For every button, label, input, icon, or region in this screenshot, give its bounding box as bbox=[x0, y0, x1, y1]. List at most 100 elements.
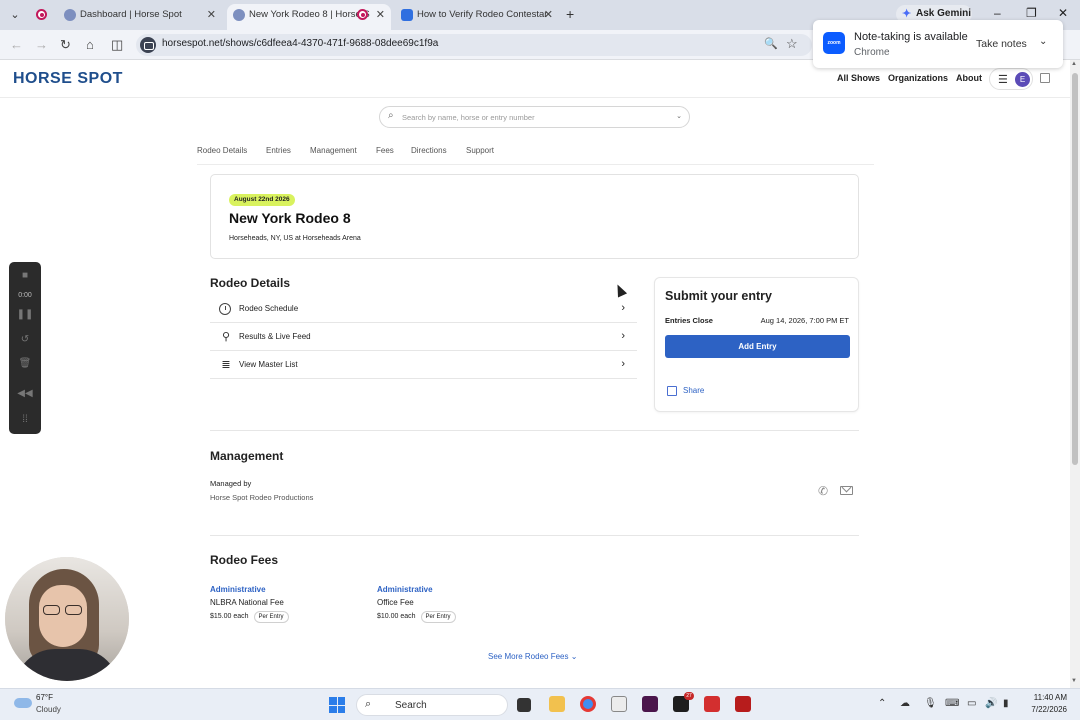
search-placeholder: Search by name, horse or entry number bbox=[402, 113, 535, 122]
delete-icon[interactable]: 🗑 bbox=[9, 358, 41, 369]
scrollbar-thumb[interactable] bbox=[1072, 73, 1078, 465]
header-divider bbox=[0, 97, 1070, 98]
bookmark-star-icon[interactable]: ☆ bbox=[786, 36, 798, 52]
url-text[interactable]: horsespot.net/shows/c6dfeea4-4370-471f-9… bbox=[162, 38, 438, 49]
cloud-icon[interactable] bbox=[14, 698, 32, 708]
tab-dashboard[interactable]: Dashboard | Horse Spot ✕ bbox=[58, 4, 222, 30]
event-title: New York Rodeo 8 bbox=[229, 210, 351, 226]
maximize-icon[interactable]: ❐ bbox=[1026, 6, 1037, 20]
back-icon[interactable]: ← bbox=[10, 37, 23, 52]
scroll-up-arrow-icon[interactable]: ▲ bbox=[1071, 61, 1077, 67]
event-card: August 22nd 2026 New York Rodeo 8 Horseh… bbox=[210, 174, 859, 259]
subnav-entries[interactable]: Entries bbox=[266, 146, 291, 155]
keyboard-icon[interactable]: ⌨ bbox=[945, 698, 959, 709]
stop-icon[interactable]: ■ bbox=[9, 270, 41, 281]
task-view-icon[interactable] bbox=[517, 698, 531, 712]
restart-icon[interactable]: ↺ bbox=[9, 334, 41, 345]
tab-verify-contestants[interactable]: How to Verify Rodeo Contestar ✕ bbox=[395, 4, 559, 30]
side-panel-icon[interactable]: ◫ bbox=[111, 37, 123, 53]
battery-icon[interactable]: ▮ bbox=[1003, 698, 1009, 709]
windows-start-icon[interactable] bbox=[329, 697, 345, 713]
subnav-rodeo-details[interactable]: Rodeo Details bbox=[197, 146, 247, 155]
entries-close-value: Aug 14, 2026, 7:00 PM ET bbox=[760, 316, 849, 325]
weather-desc[interactable]: Cloudy bbox=[36, 705, 61, 714]
subnav-fees[interactable]: Fees bbox=[376, 146, 394, 155]
recording-indicator-icon bbox=[36, 9, 47, 20]
share-icon[interactable] bbox=[667, 386, 677, 396]
close-tab-icon[interactable]: ✕ bbox=[544, 4, 553, 26]
clock-date[interactable]: 7/22/2026 bbox=[1019, 705, 1067, 714]
chevron-down-icon[interactable]: ⌄ bbox=[1039, 36, 1047, 47]
app-icon[interactable] bbox=[735, 696, 751, 712]
view-master-list-row[interactable]: ≣ View Master List › bbox=[210, 351, 637, 379]
home-icon[interactable]: ⌂ bbox=[86, 37, 94, 52]
popup-subtitle: Chrome bbox=[854, 47, 890, 58]
cart-icon[interactable] bbox=[1040, 73, 1050, 83]
taskbar-search-label: Search bbox=[395, 700, 427, 711]
scroll-down-arrow-icon[interactable]: ▼ bbox=[1071, 678, 1077, 684]
clock-icon bbox=[219, 303, 231, 315]
submit-title: Submit your entry bbox=[665, 289, 772, 303]
rodeo-fees-heading: Rodeo Fees bbox=[210, 553, 279, 567]
fee-name: Office Fee bbox=[377, 598, 414, 607]
onedrive-icon[interactable]: ☁ bbox=[900, 698, 910, 709]
close-tab-icon[interactable]: ✕ bbox=[207, 4, 216, 26]
snipping-tool-icon[interactable] bbox=[611, 696, 627, 712]
search-icon: ⌕ bbox=[365, 698, 372, 710]
search-input[interactable]: ⌕ Search by name, horse or entry number … bbox=[379, 106, 690, 128]
phone-icon[interactable]: ✆ bbox=[818, 484, 828, 498]
zoom-logo-icon: zoom bbox=[823, 32, 845, 54]
clock-time[interactable]: 11:40 AM bbox=[1027, 693, 1067, 702]
microphone-icon[interactable]: 🎙 bbox=[924, 698, 937, 709]
drag-handle-icon[interactable]: ⁞⁞ bbox=[9, 414, 41, 425]
chrome-icon[interactable] bbox=[580, 696, 596, 712]
webcam-glasses bbox=[43, 605, 60, 615]
minimize-icon[interactable]: – bbox=[994, 6, 1001, 20]
award-icon: ⚲ bbox=[221, 331, 231, 343]
row-label: View Master List bbox=[239, 360, 298, 369]
pause-icon[interactable]: ❚❚ bbox=[9, 309, 41, 320]
close-window-icon[interactable]: ✕ bbox=[1058, 6, 1068, 20]
fee-name: NLBRA National Fee bbox=[210, 598, 284, 607]
share-link[interactable]: Share bbox=[683, 386, 704, 395]
tab-search-chevron-icon[interactable]: ⌄ bbox=[6, 6, 24, 24]
nav-about[interactable]: About bbox=[956, 73, 982, 83]
subnav-management[interactable]: Management bbox=[310, 146, 357, 155]
site-logo[interactable]: HORSE SPOT bbox=[13, 70, 123, 88]
notification-badge: 27 bbox=[684, 692, 694, 700]
results-live-feed-row[interactable]: ⚲ Results & Live Feed › bbox=[210, 323, 637, 351]
file-explorer-icon[interactable] bbox=[549, 696, 565, 712]
user-menu-button[interactable]: ☰ E bbox=[989, 68, 1033, 90]
windows-taskbar: 67°F Cloudy ⌕ Search 27 ⌃ ☁ 🎙 ⌨ ▭ 🔊 ▮ 11… bbox=[0, 688, 1080, 720]
tab-title: How to Verify Rodeo Contestar bbox=[417, 9, 548, 20]
mail-icon[interactable] bbox=[840, 486, 853, 495]
rewind-icon[interactable]: ◀◀ bbox=[9, 388, 41, 399]
display-icon[interactable]: ▭ bbox=[967, 698, 976, 709]
omnibox[interactable]: horsespot.net/shows/c6dfeea4-4370-471f-9… bbox=[136, 34, 812, 56]
reload-icon[interactable]: ↻ bbox=[60, 37, 71, 53]
taskbar-search[interactable]: ⌕ Search bbox=[356, 694, 508, 716]
fee-price: $10.00 each bbox=[377, 613, 416, 620]
acrobat-icon[interactable] bbox=[704, 696, 720, 712]
add-entry-button[interactable]: Add Entry bbox=[665, 335, 850, 358]
subnav-support[interactable]: Support bbox=[466, 146, 494, 155]
new-tab-icon[interactable]: + bbox=[566, 6, 574, 22]
weather-temp[interactable]: 67°F bbox=[36, 693, 53, 702]
forward-icon[interactable]: → bbox=[35, 37, 48, 52]
event-location: Horseheads, NY, US at Horseheads Arena bbox=[229, 235, 361, 242]
volume-icon[interactable]: 🔊 bbox=[985, 698, 997, 709]
slack-icon[interactable] bbox=[642, 696, 658, 712]
webcam-bubble[interactable] bbox=[5, 557, 129, 681]
subnav-directions[interactable]: Directions bbox=[411, 146, 447, 155]
chevron-down-icon[interactable]: ⌄ bbox=[676, 112, 682, 120]
see-more-fees-link[interactable]: See More Rodeo Fees ⌄ bbox=[488, 652, 577, 661]
close-tab-icon[interactable]: ✕ bbox=[376, 4, 385, 26]
site-info-icon[interactable] bbox=[140, 37, 156, 53]
zoom-magnifier-icon[interactable]: 🔍 bbox=[764, 37, 778, 50]
tray-chevron-up-icon[interactable]: ⌃ bbox=[878, 698, 886, 709]
nav-organizations[interactable]: Organizations bbox=[888, 73, 948, 83]
rodeo-schedule-row[interactable]: Rodeo Schedule › bbox=[210, 295, 637, 323]
recording-time: 0:00 bbox=[18, 292, 32, 299]
take-notes-button[interactable]: Take notes bbox=[976, 38, 1027, 50]
nav-all-shows[interactable]: All Shows bbox=[837, 73, 880, 83]
